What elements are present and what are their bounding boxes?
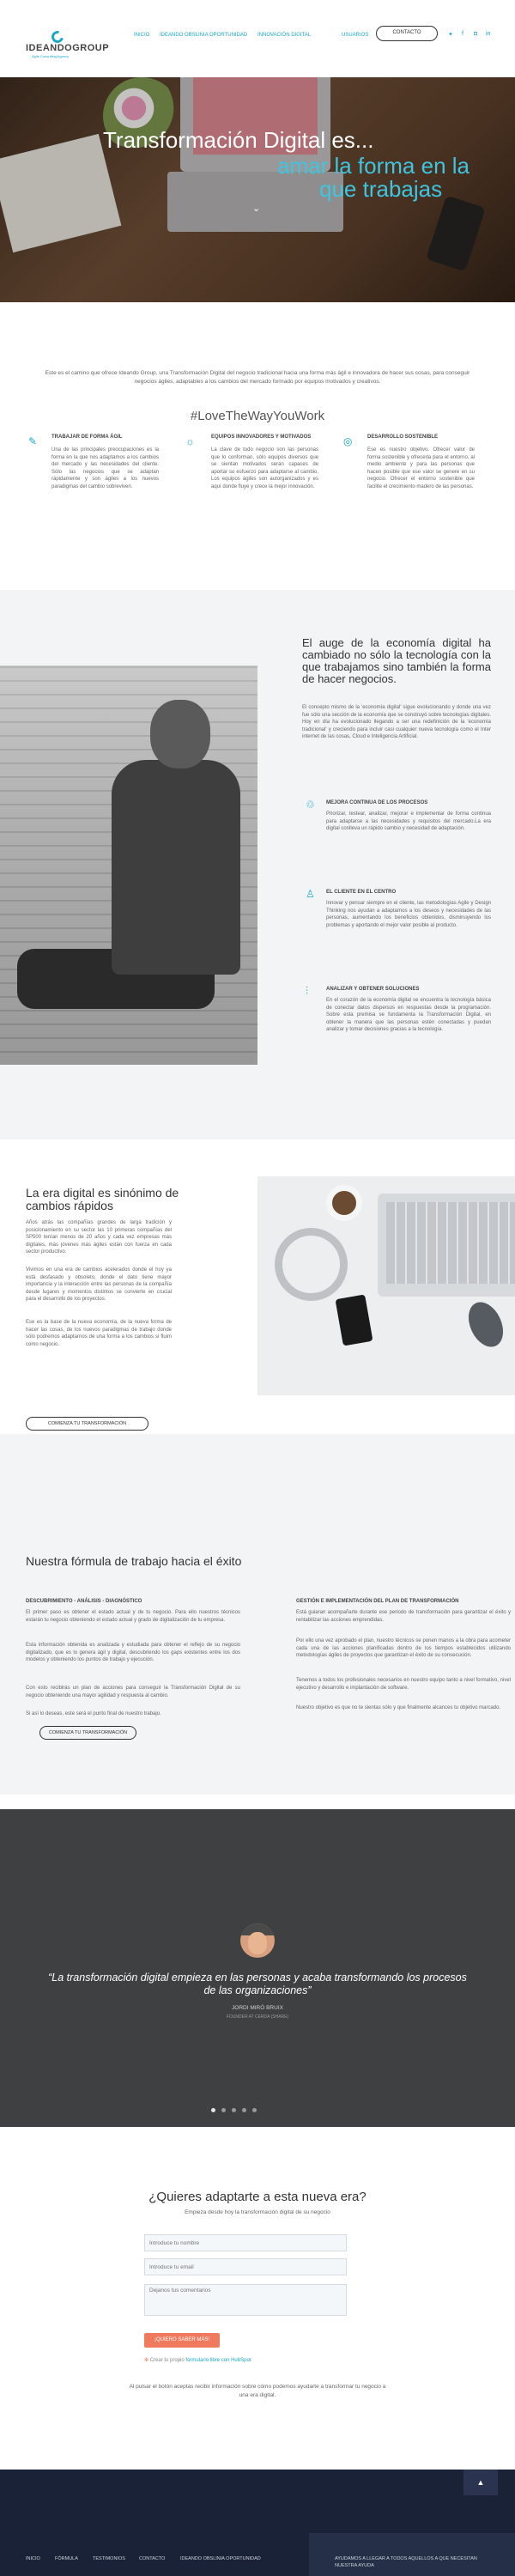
person-icon: ♙ [306, 888, 315, 900]
item-title-mejora: MEJORA CONTINUA DE LOS PROCESOS [326, 800, 428, 805]
formula-left-paragraph-2: Esta información obtenida es analizada y… [26, 1643, 240, 1662]
carousel-dot[interactable] [211, 2108, 215, 2112]
formula-right-paragraph-4: Nuestro objetivo es que no te sientas só… [296, 1705, 501, 1710]
formula-left-paragraph-1: El primer paso es obtener el estado actu… [26, 1610, 240, 1623]
hubspot-icon: ✻ [144, 2358, 149, 2363]
nav-inicio[interactable]: INICIO [134, 33, 149, 38]
item-title-cliente: EL CLIENTE EN EL CENTRO [326, 890, 397, 895]
coffee-cup-shape [326, 1185, 362, 1221]
submit-button[interactable]: ¡QUIERO SABER MÁS! [144, 2333, 220, 2348]
footer-claim: AYUDAMOS A LLEGAR A TODOS AQUELLOS A QUE… [335, 2556, 477, 2568]
formula-right-subtitle: GESTIÓN E IMPLEMENTACIÓN DEL PLAN DE TRA… [296, 1599, 459, 1604]
avatar [240, 1923, 275, 1958]
logo-wordmark[interactable]: IDEANDOGROUP [26, 43, 109, 53]
nav-usuarios[interactable]: USUARIOS [342, 33, 368, 38]
smartphone-shape [335, 1294, 373, 1346]
fast-change-title: La era digital es sinónimo de cambios rá… [26, 1186, 179, 1212]
formula-right-paragraph-2: Por ello una vez aprobado el plan, nuest… [296, 1638, 511, 1658]
hubspot-note: ✻ Crear tu propio formulario libre con H… [144, 2357, 251, 2363]
formula-transformation-button[interactable]: COMIENZA TU TRANSFORMACIÓN [39, 1726, 136, 1740]
testimonial-quote: “La transformación digital empieza en la… [48, 1971, 467, 1996]
twitter-icon[interactable]: ✦ [448, 31, 453, 38]
footer-nav-contacto[interactable]: CONTACTO [139, 2556, 165, 2561]
formula-right-paragraph-3: Tenemos a todos los profesionales necesa… [296, 1678, 511, 1691]
chart-icon: ⫶ [306, 985, 309, 997]
man-with-phone-photo [0, 665, 258, 1065]
nav-ideando-oportunidad[interactable]: IDEANDO OBSLINIA OPORTUNIDAD [160, 33, 247, 38]
scroll-down-icon[interactable]: ⌄ [252, 203, 260, 214]
lightbulb-icon: ☼ [185, 435, 195, 447]
start-transformation-button[interactable]: COMIENZA TU TRANSFORMACIÓN [26, 1417, 148, 1431]
headphones-shape [275, 1228, 348, 1301]
contact-button[interactable]: CONTACTO [376, 26, 438, 41]
testimonial-name: JORDI MIRÓ BRUIX [232, 2005, 283, 2011]
fast-change-paragraph-1: Años atrás las compañías grandes de larg… [26, 1220, 172, 1255]
hashtag-heading: #LoveTheWayYouWork [190, 409, 325, 423]
formula-right-paragraph-1: Está guiaran acompañarte durante ese per… [296, 1610, 511, 1623]
formula-left-paragraph-3: Con esto recibirás un plan de acciones p… [26, 1686, 240, 1698]
digital-economy-body: El concepto mismo de la 'economía digita… [302, 705, 491, 739]
form-consent-text: Al pulsar el botón aceptas recibir infor… [129, 2384, 386, 2398]
footer-nav-inicio[interactable]: INICIO [26, 2556, 40, 2561]
formula-left-paragraph-4: Si así lo deseas, este será el punto fin… [26, 1711, 161, 1716]
hubspot-note-prefix: Crear tu propio [149, 2358, 185, 2363]
nav-innovacion-digital[interactable]: INNOVACIÓN DIGITAL [258, 33, 311, 38]
fast-change-paragraph-2: Vivimos en una era de cambios acelerados… [26, 1267, 172, 1302]
feature-title-equipos: EQUIPOS INNOVADORES Y MOTIVADOS [211, 434, 312, 440]
testimonial-role: FOUNDER AT CERDA (SHARE) [226, 2014, 289, 2020]
mouse-shape [462, 1296, 510, 1353]
item-body-analizar: En el corazón de la economía digital se … [326, 998, 491, 1032]
hero-heading-line1: Transformación Digital es... [103, 127, 374, 153]
footer-nav-formula[interactable]: FÓRMULA [55, 2556, 78, 2561]
item-body-cliente: Innovar y pensar siempre en el cliente, … [326, 901, 491, 928]
feature-body-sostenible: Ese es nuestro objetivo. Ofrecer valor d… [367, 447, 475, 489]
testimonial-section [0, 1809, 515, 2127]
tools-icon: ✎ [28, 435, 38, 447]
instagram-icon[interactable]: ◘ [474, 31, 477, 37]
facebook-icon[interactable]: f [462, 31, 464, 37]
carousel-dots [211, 2108, 306, 2113]
target-icon: ◎ [343, 435, 353, 447]
linkedin-icon[interactable]: in [486, 31, 490, 37]
feature-title-sostenible: DESARROLLO SOSTENIBLE [367, 434, 439, 440]
item-body-mejora: Priorizar, testear, analizar, mejorar e … [326, 811, 491, 831]
footer-nav-ideando[interactable]: IDEANDO OBSLINIA OPORTUNIDAD [180, 2556, 261, 2561]
footer-claim-panel [309, 2533, 515, 2576]
carousel-dot[interactable] [242, 2108, 246, 2112]
site-header: IDEANDOGROUP Agile Consulting Agency INI… [0, 0, 515, 77]
name-field[interactable] [144, 2234, 347, 2251]
recycle-icon: ♲ [306, 799, 315, 811]
carousel-dot[interactable] [252, 2108, 257, 2112]
email-field[interactable] [144, 2258, 347, 2275]
logo-tagline: Agile Consulting Agency [32, 54, 70, 58]
footer-nav-testimonios[interactable]: TESTIMONIOS [93, 2556, 125, 2561]
formula-title: Nuestra fórmula de trabajo hacia el éxit… [26, 1554, 242, 1568]
hubspot-link[interactable]: formulario libre con HubSpot [185, 2358, 251, 2363]
intro-text: Este es el camino que ofrece Ideando Gro… [45, 370, 470, 385]
form-title: ¿Quieres adaptarte a esta nueva era? [148, 2190, 367, 2204]
formula-left-subtitle: DESCUBRIMIENTO - ANÁLISIS - DIAGNÓSTICO [26, 1599, 142, 1604]
feature-title-agil: TRABAJAR DE FORMA ÁGIL [52, 434, 123, 440]
scroll-top-icon[interactable]: ▲ [464, 2470, 498, 2495]
carousel-dot[interactable] [221, 2108, 226, 2112]
form-subtitle: Empieza desde hoy la transformación digi… [185, 2209, 330, 2215]
feature-body-equipos: La clave de todo negocio son las persona… [211, 447, 318, 489]
feature-body-agil: Una de las principales preocupaciones es… [52, 447, 159, 489]
carousel-dot[interactable] [232, 2108, 236, 2112]
comments-field[interactable] [144, 2284, 347, 2316]
hero-heading-line3: que trabajas [319, 176, 443, 202]
item-title-analizar: ANALIZAR Y OBTENER SOLUCIONES [326, 987, 420, 992]
digital-economy-title: El auge de la economía digital ha cambia… [302, 636, 491, 685]
fast-change-paragraph-3: Ese es la base de la nueva economía, de … [26, 1320, 172, 1347]
desk-laptop-photo [258, 1176, 515, 1395]
